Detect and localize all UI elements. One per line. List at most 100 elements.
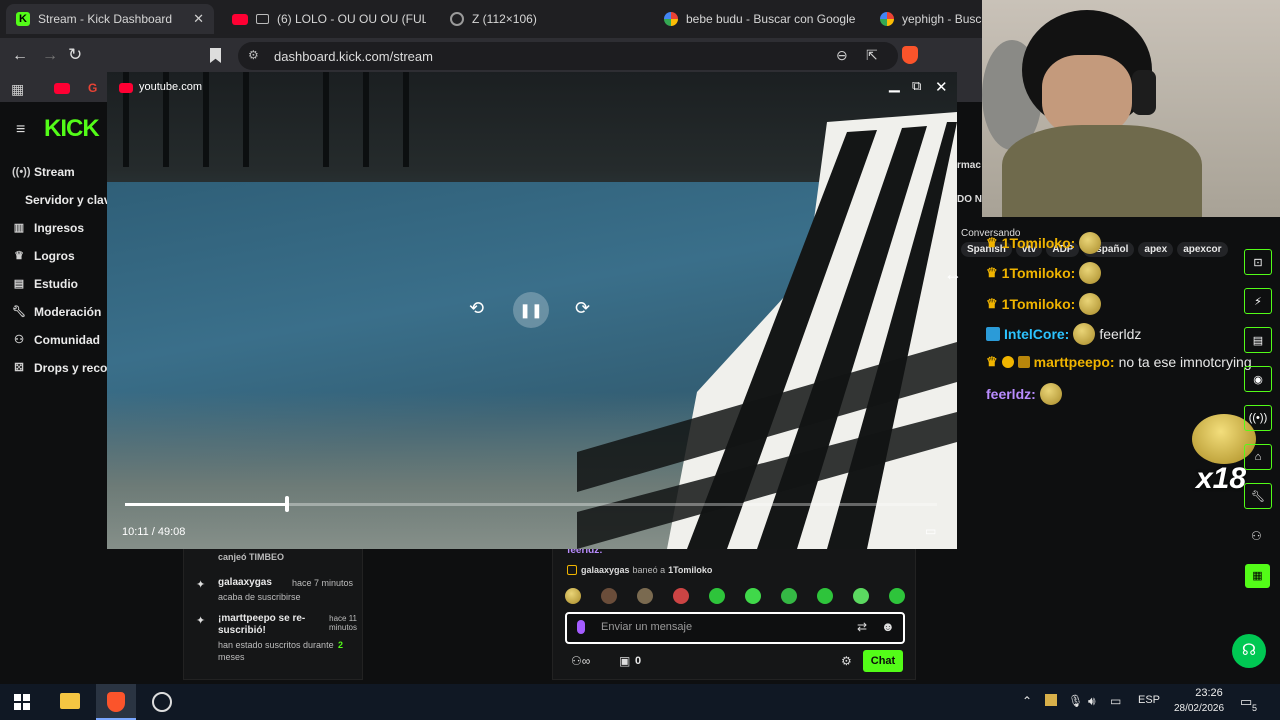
- clock-time[interactable]: 23:26: [1180, 687, 1238, 699]
- clapperboard-icon[interactable]: ▦: [1245, 564, 1270, 588]
- chat-message-input[interactable]: Enviar un mensaje ⇄ ☻: [565, 612, 905, 644]
- brave-shield-icon[interactable]: [902, 46, 918, 64]
- bookmark-icon[interactable]: [210, 48, 221, 63]
- sidebar-item-moderation[interactable]: 🔧︎ Moderación: [12, 305, 101, 319]
- studio-icon: ▤: [13, 278, 25, 290]
- microphone-icon[interactable]: [577, 620, 585, 634]
- sparkle-icon: ✦: [196, 615, 206, 627]
- kick-logo[interactable]: KICK: [44, 115, 100, 143]
- broadcast-icon[interactable]: ((•)): [1244, 405, 1272, 431]
- emote-icon[interactable]: [565, 588, 581, 604]
- translate-icon[interactable]: ⇄: [857, 620, 867, 634]
- tray-app-icon[interactable]: [1045, 694, 1057, 706]
- seek-bar[interactable]: [125, 496, 937, 512]
- youtube-icon[interactable]: [54, 83, 70, 94]
- emote-icon[interactable]: [889, 588, 905, 604]
- tag-icon[interactable]: ⌂: [1244, 444, 1272, 470]
- chevron-up-icon[interactable]: ⌃: [1022, 694, 1032, 708]
- sidebar-item-income[interactable]: ▥ Ingresos: [12, 221, 84, 235]
- community-icon[interactable]: ⚇∞: [571, 654, 590, 668]
- gift-icon[interactable]: ▣: [619, 654, 630, 668]
- banned-user: 1Tomiloko: [668, 565, 713, 575]
- seek-handle[interactable]: [285, 496, 290, 512]
- chat-message: ♛ 1Tomiloko:: [986, 293, 1102, 315]
- camera-icon[interactable]: ⊡: [1244, 249, 1272, 275]
- sidebar-item-community[interactable]: ⚇ Comunidad: [12, 333, 100, 347]
- volume-icon[interactable]: 🔊︎: [1088, 694, 1096, 709]
- brave-icon[interactable]: [107, 692, 125, 712]
- windows-start-icon[interactable]: [14, 694, 30, 710]
- sidebar-item-server-key[interactable]: Servidor y clav: [25, 193, 110, 207]
- file-explorer-icon[interactable]: [60, 693, 80, 709]
- emote-icon[interactable]: [637, 588, 653, 604]
- chat-user[interactable]: feerldz:: [986, 386, 1036, 402]
- pip-video-player[interactable]: youtube.com ▁ ⧉ ✕ ⟲ ❚❚ ⟳ 10:11 / 49:08 ▭: [107, 72, 957, 549]
- captions-icon[interactable]: ▭: [925, 524, 936, 538]
- note-icon[interactable]: ▤: [1244, 327, 1272, 353]
- emote-icon[interactable]: [601, 588, 617, 604]
- chat-user[interactable]: 1Tomiloko:: [1002, 235, 1076, 251]
- notifications-icon[interactable]: ▭: [1240, 694, 1252, 710]
- sidebar-item-stream[interactable]: ((•)) Stream: [12, 165, 75, 179]
- community-icon[interactable]: ⚇: [1251, 529, 1262, 543]
- tab-google-yephigh[interactable]: yephigh - Buscar: [870, 4, 982, 34]
- obs-icon[interactable]: [152, 692, 172, 712]
- forward-icon[interactable]: →: [42, 47, 58, 65]
- chat-send-label: Chat: [870, 655, 896, 667]
- resize-arrows-icon[interactable]: ↔: [944, 264, 962, 285]
- tab-youtube[interactable]: (6) LOLO - OU OU OU (FULL A: [222, 4, 426, 34]
- chat-send-button[interactable]: Chat: [863, 650, 903, 672]
- chat-message: feerldz:: [986, 383, 1062, 405]
- sidebar-item-drops[interactable]: ⚄ Drops y reco: [12, 361, 107, 375]
- chat-message: ♛ marttpeepo: no ta ese imnotcrying: [986, 354, 1252, 370]
- microphone-icon[interactable]: 🎙︎: [1068, 694, 1083, 708]
- activity-user[interactable]: ¡marttpeepo se re-suscribió!: [218, 613, 316, 637]
- emote-icon[interactable]: [745, 588, 761, 604]
- lightning-icon[interactable]: ⚡︎: [1244, 288, 1272, 314]
- sidebar-item-studio[interactable]: ▤ Estudio: [12, 277, 78, 291]
- rewind-10-icon[interactable]: ⟲: [469, 298, 484, 319]
- emote-icon[interactable]: [673, 588, 689, 604]
- close-icon[interactable]: ✕: [193, 11, 204, 27]
- tag[interactable]: apex: [1138, 242, 1174, 257]
- forward-10-icon[interactable]: ⟳: [575, 298, 590, 319]
- address-bar[interactable]: ⚙ dashboard.kick.com/stream ⊖ ⇱: [238, 42, 898, 70]
- activity-time: hace 7 minutos: [292, 578, 354, 588]
- clock-date[interactable]: 28/02/2026: [1164, 703, 1234, 714]
- chat-user[interactable]: marttpeepo:: [1034, 354, 1115, 370]
- emote-icon[interactable]: [853, 588, 869, 604]
- wrench-icon[interactable]: 🔧︎: [1244, 483, 1272, 509]
- back-icon[interactable]: ←: [12, 47, 28, 65]
- pause-icon[interactable]: ❚❚: [513, 292, 549, 328]
- railing: [403, 72, 409, 167]
- zoom-icon[interactable]: ⊖: [836, 47, 848, 64]
- google-icon[interactable]: G: [88, 81, 97, 95]
- share-icon[interactable]: ⇱: [866, 47, 878, 64]
- emote-icon[interactable]: [709, 588, 725, 604]
- tab-kick-dashboard[interactable]: K Stream - Kick Dashboard ✕: [6, 4, 214, 34]
- reload-icon[interactable]: ↻: [68, 45, 82, 65]
- menu-icon[interactable]: ≡: [16, 121, 25, 139]
- close-icon[interactable]: ✕: [935, 78, 948, 96]
- tag[interactable]: apexcor: [1177, 242, 1228, 257]
- apps-grid-icon[interactable]: ▦: [11, 81, 24, 98]
- chat-user[interactable]: 1Tomiloko:: [1002, 296, 1076, 312]
- emote-icon[interactable]: [781, 588, 797, 604]
- sidebar-item-achievements[interactable]: ♛ Logros: [12, 249, 75, 263]
- support-icon[interactable]: ☊: [1232, 634, 1266, 668]
- google-icon: [880, 12, 894, 26]
- gear-icon[interactable]: ⚙: [841, 654, 852, 668]
- chat-icon[interactable]: ◉: [1244, 366, 1272, 392]
- site-settings-icon[interactable]: ⚙: [248, 48, 259, 62]
- network-icon[interactable]: ▭: [1110, 694, 1121, 708]
- emoji-icon[interactable]: ☻: [881, 619, 895, 634]
- tab-image[interactable]: Z (112×106): [440, 4, 650, 34]
- expand-icon[interactable]: ⧉: [912, 78, 921, 94]
- emote-icon[interactable]: [817, 588, 833, 604]
- chat-user[interactable]: 1Tomiloko:: [1002, 265, 1076, 281]
- tab-google-bebe[interactable]: bebe budu - Buscar con Google: [654, 4, 866, 34]
- activity-user[interactable]: galaaxygas: [218, 577, 272, 588]
- minimize-icon[interactable]: ▁: [889, 76, 900, 93]
- chat-user[interactable]: IntelCore:: [1004, 326, 1069, 342]
- language-indicator[interactable]: ESP: [1138, 694, 1160, 706]
